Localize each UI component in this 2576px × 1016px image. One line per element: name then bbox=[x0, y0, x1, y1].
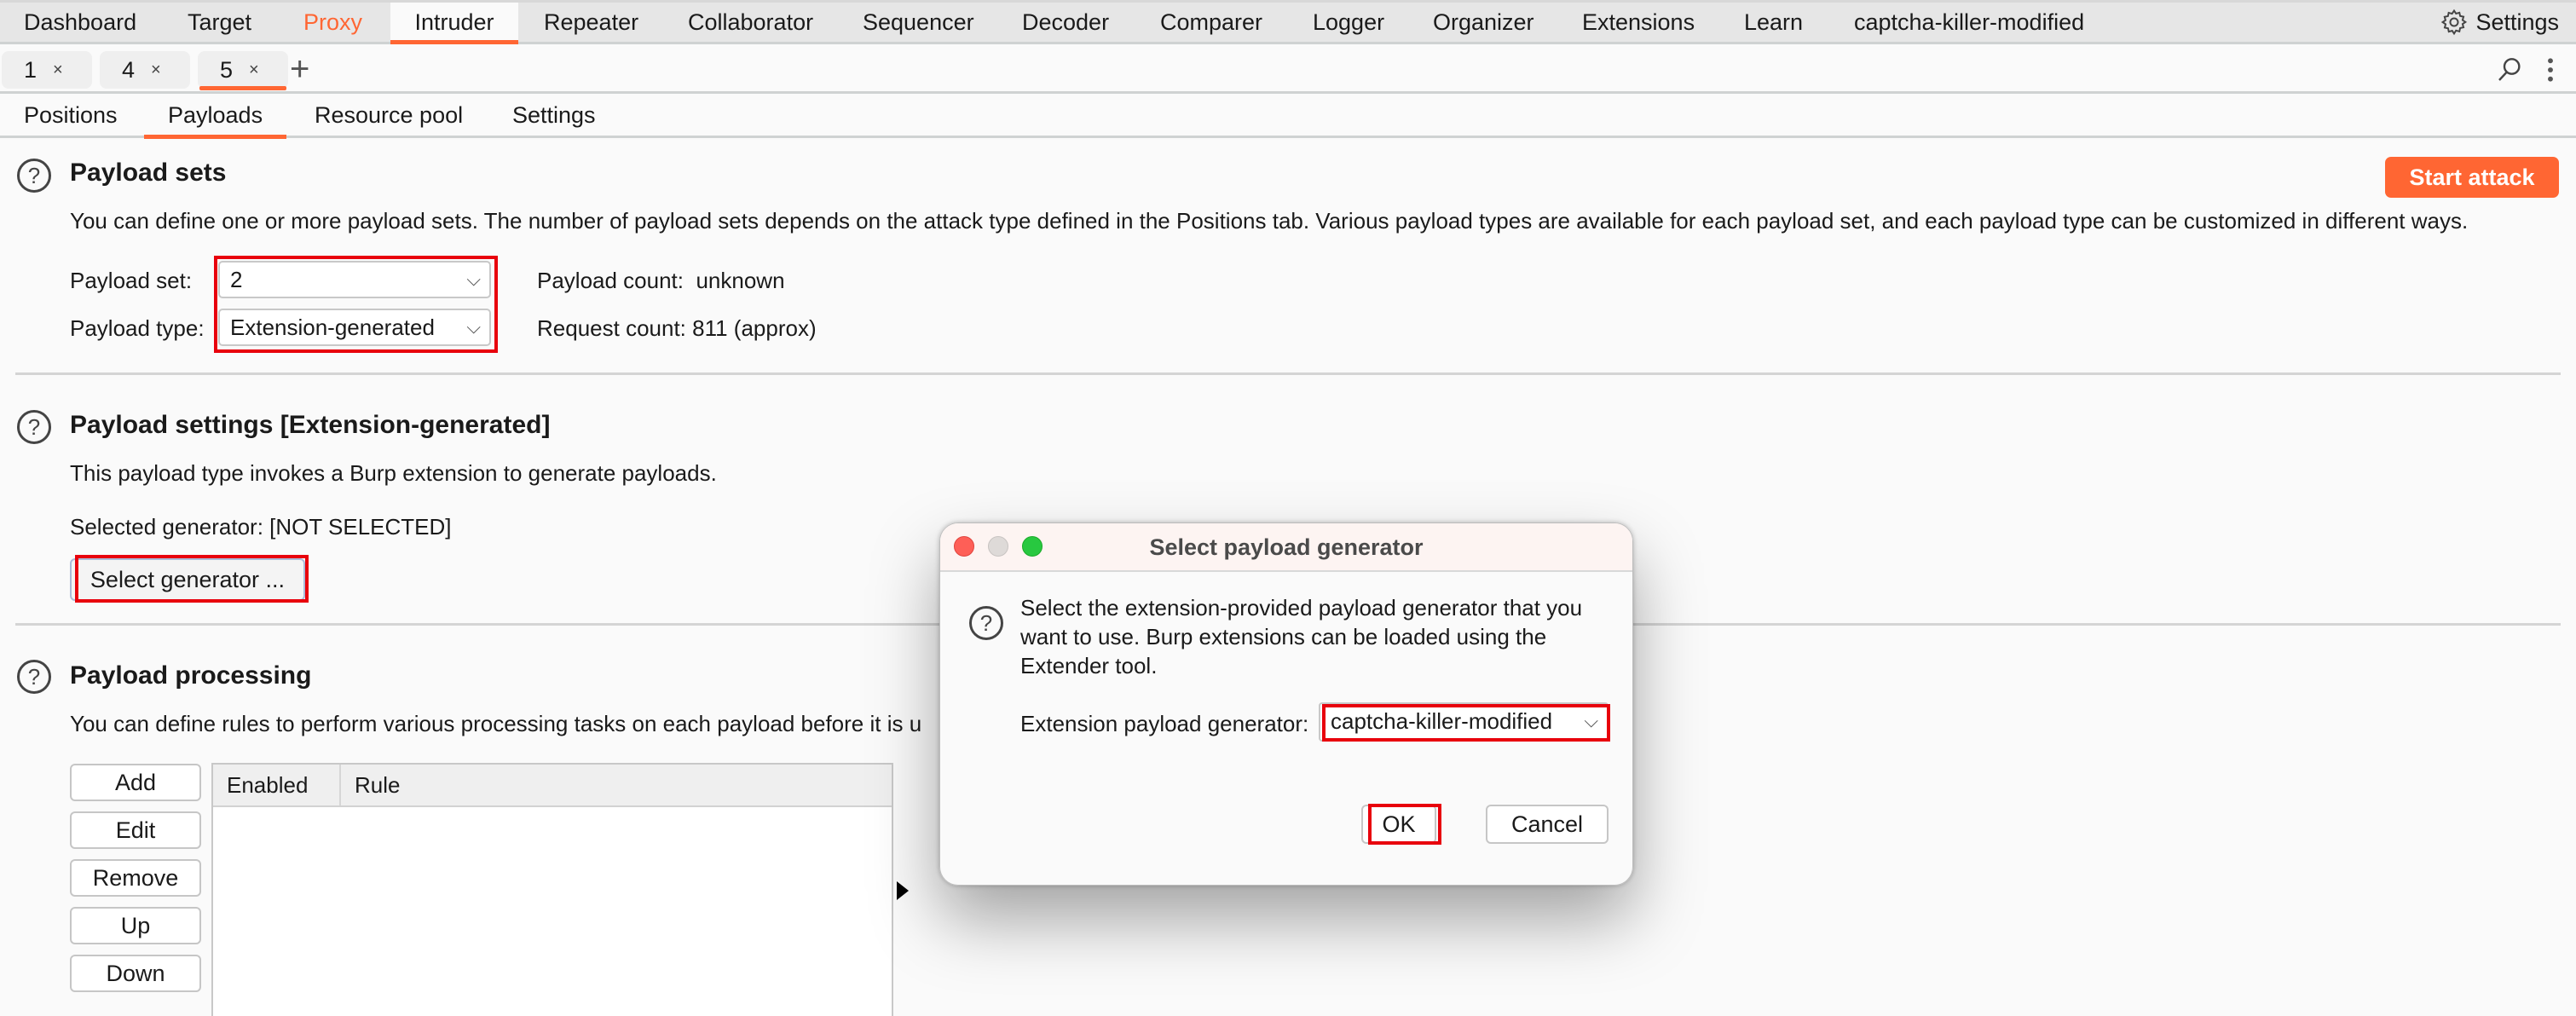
request-tab-5[interactable]: 5 × bbox=[198, 51, 288, 90]
tab-positions[interactable]: Positions bbox=[24, 94, 118, 136]
payload-sets-title: Payload sets bbox=[70, 159, 227, 187]
request-tab-label: 4 bbox=[122, 57, 136, 83]
request-tab-label: 5 bbox=[220, 57, 234, 83]
help-icon[interactable]: ? bbox=[17, 410, 51, 444]
request-tabs-bar: 1 × 4 × 5 × + bbox=[0, 44, 2576, 94]
payload-type-label: Payload type: bbox=[70, 315, 205, 341]
nav-target[interactable]: Target bbox=[188, 3, 251, 42]
payload-count-value: unknown bbox=[696, 268, 785, 293]
search-icon[interactable] bbox=[2496, 56, 2523, 84]
nav-captcha-killer-modified[interactable]: captcha-killer-modified bbox=[1854, 3, 2084, 42]
request-count-caption: Request count: bbox=[537, 315, 686, 341]
nav-repeater[interactable]: Repeater bbox=[544, 3, 638, 42]
cancel-button[interactable]: Cancel bbox=[1486, 805, 1609, 844]
payload-count-caption: Payload count: bbox=[537, 268, 684, 293]
nav-sequencer[interactable]: Sequencer bbox=[863, 3, 974, 42]
generator-label: Extension payload generator: bbox=[1020, 711, 1309, 736]
help-icon[interactable]: ? bbox=[17, 159, 51, 193]
down-rule-button[interactable]: Down bbox=[70, 955, 201, 992]
nav-proxy[interactable]: Proxy bbox=[303, 3, 362, 42]
payload-processing-title: Payload processing bbox=[70, 661, 312, 690]
nav-extensions[interactable]: Extensions bbox=[1582, 3, 1695, 42]
payload-count-label: Payload count: unknown bbox=[537, 268, 785, 294]
nav-organizer[interactable]: Organizer bbox=[1433, 3, 1534, 42]
settings-button[interactable]: Settings bbox=[2440, 3, 2559, 42]
highlight-box bbox=[1368, 804, 1441, 845]
table-header: Enabled Rule bbox=[213, 765, 892, 807]
close-tab-icon[interactable]: × bbox=[53, 51, 63, 89]
tab-settings[interactable]: Settings bbox=[512, 94, 596, 136]
up-rule-button[interactable]: Up bbox=[70, 907, 201, 944]
request-tab-4[interactable]: 4 × bbox=[100, 51, 190, 89]
intruder-sub-tabs: Positions Payloads Resource pool Setting… bbox=[0, 94, 2576, 139]
dialog-message: Select the extension-provided payload ge… bbox=[1020, 595, 1583, 678]
close-tab-icon[interactable]: × bbox=[249, 51, 259, 89]
section-divider bbox=[15, 372, 2561, 375]
nav-learn[interactable]: Learn bbox=[1744, 3, 1803, 42]
request-count-label: Request count: 811 (approx) bbox=[537, 315, 817, 342]
nav-decoder[interactable]: Decoder bbox=[1022, 3, 1109, 42]
add-tab-icon[interactable]: + bbox=[290, 48, 309, 90]
column-header-rule[interactable]: Rule bbox=[341, 765, 400, 805]
edit-rule-button[interactable]: Edit bbox=[70, 811, 201, 849]
more-options-icon[interactable] bbox=[2545, 56, 2556, 84]
highlight-box bbox=[1322, 704, 1610, 742]
payload-processing-description: You can define rules to perform various … bbox=[70, 711, 922, 736]
nav-collaborator[interactable]: Collaborator bbox=[688, 3, 813, 42]
selected-generator-label: Selected generator: bbox=[70, 514, 263, 540]
gear-icon bbox=[2441, 9, 2468, 36]
request-tab-1[interactable]: 1 × bbox=[2, 51, 92, 89]
payload-sets-description: You can define one or more payload sets.… bbox=[70, 208, 2469, 234]
top-navigation: Dashboard Target Proxy Intruder Repeater… bbox=[0, 0, 2576, 44]
processing-rules-table[interactable]: Enabled Rule bbox=[211, 763, 893, 1016]
request-tab-label: 1 bbox=[24, 57, 38, 83]
dialog-titlebar[interactable]: Select payload generator bbox=[940, 523, 1632, 572]
payload-settings-title: Payload settings [Extension-generated] bbox=[70, 411, 551, 439]
start-attack-button[interactable]: Start attack bbox=[2385, 157, 2559, 198]
expand-arrow-icon[interactable] bbox=[897, 881, 909, 900]
nav-dashboard[interactable]: Dashboard bbox=[24, 3, 136, 42]
close-tab-icon[interactable]: × bbox=[151, 51, 161, 89]
highlight-box bbox=[75, 555, 309, 603]
selected-generator: Selected generator: [NOT SELECTED] bbox=[70, 514, 452, 540]
nav-logger[interactable]: Logger bbox=[1313, 3, 1384, 42]
help-icon: ? bbox=[969, 606, 1003, 640]
select-payload-generator-dialog: Select payload generator ? Select the ex… bbox=[939, 522, 1633, 886]
payload-set-label: Payload set: bbox=[70, 268, 193, 293]
highlight-box bbox=[214, 256, 498, 353]
tab-payloads[interactable]: Payloads bbox=[143, 94, 287, 139]
tab-resource-pool[interactable]: Resource pool bbox=[315, 94, 463, 136]
nav-comparer[interactable]: Comparer bbox=[1160, 3, 1262, 42]
payload-settings-description: This payload type invokes a Burp extensi… bbox=[70, 460, 717, 486]
nav-intruder[interactable]: Intruder bbox=[390, 3, 518, 44]
selected-generator-value: [NOT SELECTED] bbox=[269, 514, 452, 540]
help-icon[interactable]: ? bbox=[17, 660, 51, 694]
dialog-title: Select payload generator bbox=[1149, 534, 1424, 560]
settings-label: Settings bbox=[2475, 9, 2559, 35]
remove-rule-button[interactable]: Remove bbox=[70, 859, 201, 897]
add-rule-button[interactable]: Add bbox=[70, 764, 201, 801]
column-header-enabled[interactable]: Enabled bbox=[213, 765, 341, 805]
request-count-value: 811 (approx) bbox=[692, 315, 817, 341]
